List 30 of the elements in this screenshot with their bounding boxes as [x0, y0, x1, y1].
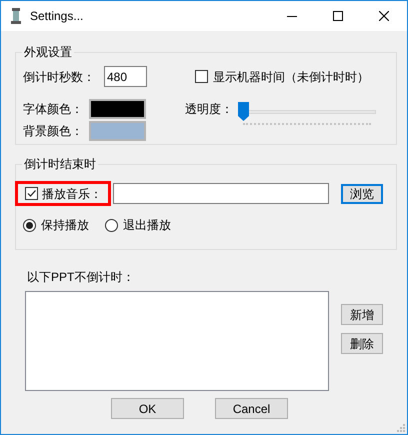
- list-label: 以下PPT不倒计时：: [27, 269, 134, 285]
- cancel-button[interactable]: Cancel: [215, 398, 288, 419]
- seconds-field[interactable]: 480: [104, 66, 147, 87]
- app-icon: [11, 8, 21, 24]
- window-title: Settings...: [30, 8, 84, 25]
- color-swatch[interactable]: [89, 99, 146, 119]
- checkbox[interactable]: [25, 187, 38, 200]
- delete-button[interactable]: 删除: [341, 333, 383, 354]
- field-label: 字体颜色：: [23, 101, 84, 118]
- radio-label: 保持播放: [41, 217, 89, 234]
- field-label: 背景颜色：: [23, 123, 84, 140]
- radio-button[interactable]: [23, 218, 36, 232]
- maximize-icon: [333, 11, 343, 21]
- slider-label: 透明度：: [185, 101, 234, 118]
- slider-thumb[interactable]: [238, 102, 249, 121]
- ok-button[interactable]: OK: [111, 398, 184, 419]
- browse-button[interactable]: 浏览: [341, 184, 383, 204]
- checkbox-label: 显示机器时间（未倒计时时）: [213, 68, 369, 86]
- close-icon: [379, 11, 389, 21]
- radio-label: 退出播放: [123, 217, 171, 234]
- checkbox-label: 播放音乐：: [42, 186, 102, 202]
- add-button[interactable]: 新增: [341, 304, 383, 325]
- opacity-slider[interactable]: [238, 102, 376, 126]
- resize-grip[interactable]: [397, 424, 405, 432]
- radio-button[interactable]: [105, 218, 118, 232]
- checkbox[interactable]: [195, 70, 208, 83]
- color-swatch[interactable]: [89, 121, 146, 141]
- field-label: 倒计时秒数：: [23, 68, 96, 86]
- music-path-field[interactable]: [113, 183, 329, 204]
- ppt-list[interactable]: [25, 291, 329, 391]
